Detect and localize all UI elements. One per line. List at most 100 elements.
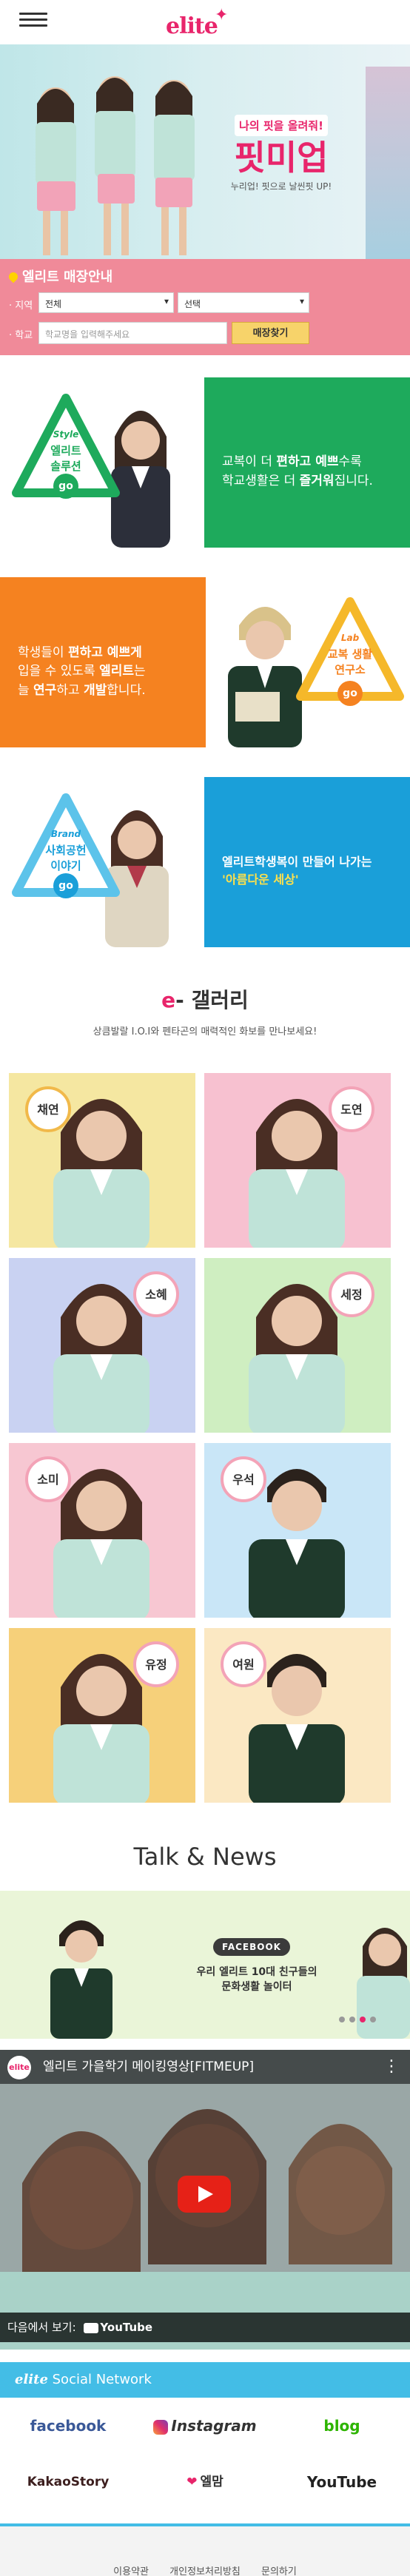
text-part-bold: 연구 (33, 682, 57, 698)
text-part: 엘리트학생복이 만들어 나가는 (222, 855, 372, 869)
text-part: 학생들이 (18, 645, 68, 660)
kakaostory-link[interactable]: KakaoStory (0, 2454, 136, 2510)
social-brand: elite (15, 2372, 48, 2387)
youtube-link[interactable]: YouTube (274, 2454, 410, 2510)
header: elite ✦ (0, 0, 410, 44)
city-select[interactable]: 선택 (178, 292, 309, 313)
text-part-bold: 편하고 예쁘게 (67, 645, 142, 660)
logo-mark-icon: ✦ (215, 6, 229, 24)
slide-dot-active[interactable] (360, 2017, 366, 2022)
instagram-icon (153, 2419, 169, 2435)
text-part-bold: 편하고 예쁘 (276, 454, 339, 470)
gallery-card[interactable]: 소혜 (9, 1258, 195, 1433)
hero-promo: 나의 핏을 올려줘! 핏미업 누리업! 핏으로 날씬핏 UP! (222, 115, 340, 192)
gallery-card[interactable]: 채연 (9, 1073, 195, 1248)
text-part-bold: 엘리트 (99, 664, 134, 679)
text-part-bold: 개발 (84, 682, 107, 698)
badge-title: 교복 생활 연구소 (327, 648, 373, 676)
youtube-label: YouTube (100, 2321, 153, 2334)
go-button[interactable]: go (53, 873, 78, 898)
store-finder-title-text: 엘리트 매장안내 (22, 269, 113, 285)
gallery-card[interactable]: 우석 (204, 1443, 391, 1618)
text-part: 하고 (56, 682, 84, 698)
member-name-badge: 우석 (221, 1456, 266, 1502)
gallery-card[interactable]: 유정 (9, 1628, 195, 1803)
member-name-badge: 도연 (329, 1086, 374, 1132)
more-options-icon[interactable]: ⋮ (383, 2050, 400, 2084)
go-button[interactable]: go (337, 681, 363, 706)
youtube-label: YouTube (306, 2473, 377, 2491)
social-grid: facebook Instagram blog KakaoStory ❤ 엘맘 Y… (0, 2398, 410, 2523)
play-button-icon[interactable] (178, 2176, 231, 2213)
video-title-bar: elite 엘리트 가을학기 메이킹영상[FITMEUP] ⋮ (0, 2050, 410, 2084)
watch-on-youtube-bar[interactable]: 다음에서 보기: YouTube (0, 2313, 410, 2342)
badge-caption: Style (53, 429, 79, 440)
feature-lab[interactable]: 학생들이 편하고 예쁘게 입을 수 있도록 엘리트는 늘 연구하고 개발합니다.… (0, 577, 410, 747)
terms-link[interactable]: 이용약관 (113, 2566, 149, 2576)
instagram-link[interactable]: Instagram (137, 2398, 273, 2454)
member-name-badge: 여원 (221, 1641, 266, 1687)
gallery-title-text: - 갤러리 (175, 988, 249, 1012)
facebook-link[interactable]: facebook (0, 2398, 136, 2454)
badge-caption: Brand (50, 829, 81, 839)
feature-solution[interactable]: Style 엘리트 솔루션 go 교복이 더 편하고 예쁘수록 학교생활은 더 … (0, 377, 410, 548)
video-title[interactable]: 엘리트 가을학기 메이킹영상[FITMEUP] (43, 2059, 254, 2074)
member-name-badge: 소미 (25, 1456, 71, 1502)
gallery-title: e- 갤러리 (0, 984, 410, 1014)
instagram-label: Instagram (171, 2417, 257, 2435)
school-search-input[interactable]: 학교명을 입력해주세요 (38, 322, 227, 344)
hero-next-slide-preview (366, 67, 410, 259)
youtube-logo[interactable]: YouTube (84, 2313, 152, 2342)
text-part: 집니다. (334, 473, 373, 488)
feature-solution-text: 교복이 더 편하고 예쁘수록 학교생활은 더 즐거워집니다. (204, 377, 410, 548)
student-boy-image (50, 1920, 112, 2039)
hero-models-image (36, 76, 195, 255)
contact-link[interactable]: 문의하기 (261, 2566, 297, 2576)
region-select[interactable]: 전체 (38, 292, 174, 313)
social-title: Social Network (47, 2372, 152, 2387)
member-name-badge: 세정 (329, 1271, 374, 1317)
feature-lab-text: 학생들이 편하고 예쁘게 입을 수 있도록 엘리트는 늘 연구하고 개발합니다. (0, 577, 206, 747)
video-player[interactable]: elite 엘리트 가을학기 메이킹영상[FITMEUP] ⋮ 다음에서 보기:… (0, 2050, 410, 2350)
feature-brand[interactable]: Brand 사회공헌 이야기 go 엘리트학생복이 만들어 나가는 '아름다운 … (0, 777, 410, 947)
member-name-badge: 소혜 (133, 1271, 179, 1317)
text-part: 합니다. (107, 682, 146, 698)
member-name-badge: 채연 (25, 1086, 71, 1132)
talk-news-banner[interactable]: FACEBOOK 우리 엘리트 10대 친구들의 문화생활 놀이터 (0, 1891, 410, 2039)
text-part: 은 더 (268, 473, 300, 488)
gallery-card[interactable]: 여원 (204, 1628, 391, 1803)
badge-caption: Lab (340, 633, 360, 643)
blog-link[interactable]: blog (274, 2398, 410, 2454)
slide-dot[interactable] (370, 2017, 376, 2022)
member-name-badge: 유정 (133, 1641, 179, 1687)
text-part: 교복이 더 (222, 454, 277, 470)
slide-dot[interactable] (349, 2017, 355, 2022)
gallery-card[interactable]: 소미 (9, 1443, 195, 1618)
hero-banner[interactable]: 나의 핏을 올려줘! 핏미업 누리업! 핏으로 날씬핏 UP! (0, 44, 410, 259)
store-finder-title: 엘리트 매장안내 (7, 266, 113, 286)
watch-on-label: 다음에서 보기: (7, 2321, 76, 2334)
footer-links: 이용약관 개인정보처리방침 문의하기 (0, 2563, 410, 2576)
feature-brand-photo: Brand 사회공헌 이야기 go (0, 777, 204, 947)
feature-lab-photo: Lab 교복 생활 연구소 go (206, 577, 410, 747)
elmom-label: 엘맘 (200, 2475, 224, 2489)
news-slide-dots (339, 2017, 376, 2022)
facebook-tag: FACEBOOK (213, 1938, 290, 1956)
promo-title: 핏미업 (234, 138, 329, 178)
find-store-button[interactable]: 매장찾기 (232, 322, 309, 344)
text-part-bold: 즐거워 (299, 473, 335, 488)
go-button[interactable]: go (53, 474, 78, 499)
gallery-card[interactable]: 세정 (204, 1258, 391, 1433)
privacy-link[interactable]: 개인정보처리방침 (169, 2566, 241, 2576)
gallery-card[interactable]: 도연 (204, 1073, 391, 1248)
elmom-link[interactable]: ❤ 엘맘 (137, 2454, 273, 2510)
badge-title: 엘리트 솔루션 (50, 444, 81, 473)
location-pin-icon (7, 270, 20, 283)
channel-avatar[interactable]: elite (7, 2056, 31, 2079)
slide-dot[interactable] (339, 2017, 345, 2022)
social-network-header: elite Social Network (0, 2362, 410, 2398)
talk-news-text: 우리 엘리트 10대 친구들의 문화생활 놀이터 (196, 1966, 317, 1994)
promo-subtitle: 누리업! 핏으로 날씬핏 UP! (230, 181, 332, 192)
logo[interactable]: elite (166, 13, 218, 39)
menu-icon[interactable] (19, 9, 47, 31)
